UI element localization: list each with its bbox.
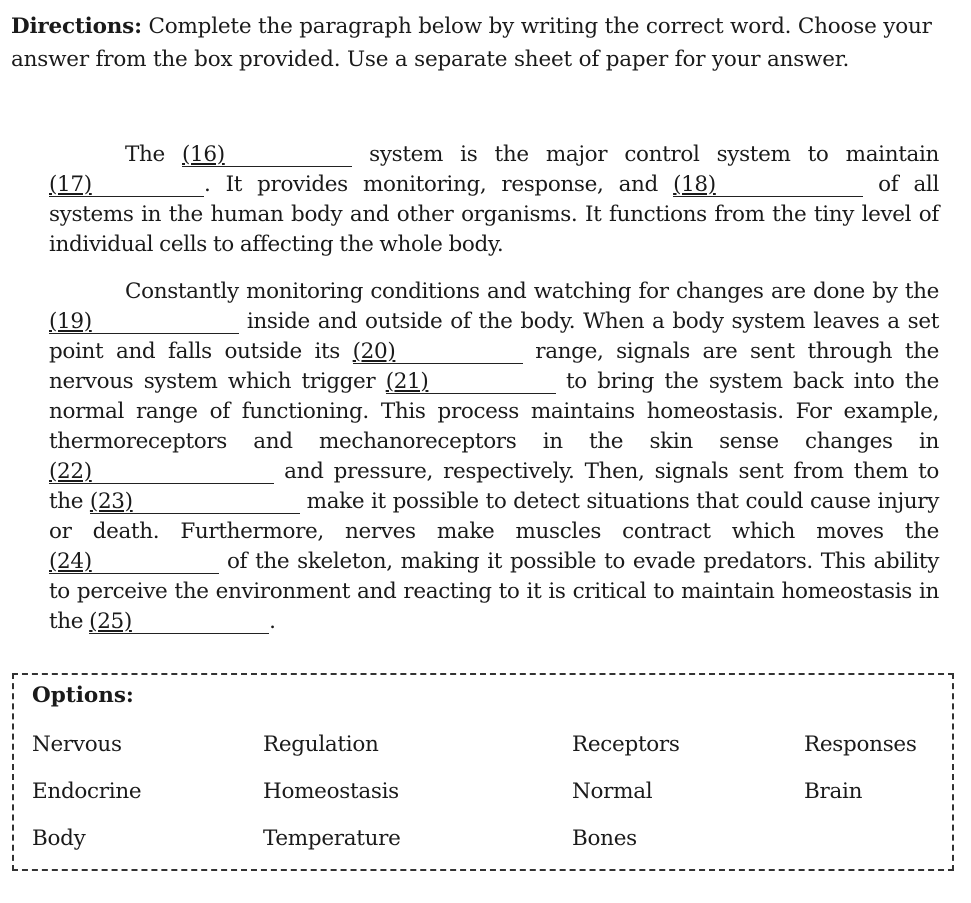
blank-20: (20) xyxy=(352,341,523,364)
paragraph-1: The (16) system is the major control sys… xyxy=(49,140,939,260)
option-homeostasis: Homeostasis xyxy=(263,779,399,804)
options-box: Options: Nervous Regulation Receptors Re… xyxy=(12,673,954,871)
option-normal: Normal xyxy=(572,779,653,804)
option-temperature: Temperature xyxy=(263,826,401,851)
blank-24: (24) xyxy=(49,551,219,574)
blank-23: (23) xyxy=(89,491,300,514)
directions-text: Complete the paragraph below by writing … xyxy=(11,14,932,72)
option-receptors: Receptors xyxy=(572,732,680,757)
paragraph-text: system is the major control system to ma… xyxy=(352,142,939,167)
paragraph-text: . xyxy=(269,609,276,634)
blank-19: (19) xyxy=(49,311,239,334)
paragraph-text: Constantly monitoring conditions and wat… xyxy=(125,279,939,304)
paragraph-text: The xyxy=(125,142,183,167)
blank-16: (16) xyxy=(182,144,353,167)
blank-21: (21) xyxy=(385,371,556,394)
option-body: Body xyxy=(32,826,86,851)
blank-18: (18) xyxy=(673,174,864,197)
blank-22: (22) xyxy=(49,461,274,484)
options-title: Options: xyxy=(32,683,134,708)
blank-25: (25) xyxy=(89,611,270,634)
blank-17: (17) xyxy=(49,174,204,197)
option-brain: Brain xyxy=(804,779,863,804)
option-nervous: Nervous xyxy=(32,732,122,757)
paragraph-2: Constantly monitoring conditions and wat… xyxy=(49,277,939,637)
option-responses: Responses xyxy=(804,732,917,757)
option-endocrine: Endocrine xyxy=(32,779,142,804)
option-regulation: Regulation xyxy=(263,732,379,757)
option-bones: Bones xyxy=(572,826,637,851)
directions-label: Directions: xyxy=(11,14,142,39)
paragraph-text: . It provides monitoring, response, and xyxy=(204,172,674,197)
directions: Directions: Complete the paragraph below… xyxy=(11,10,951,76)
